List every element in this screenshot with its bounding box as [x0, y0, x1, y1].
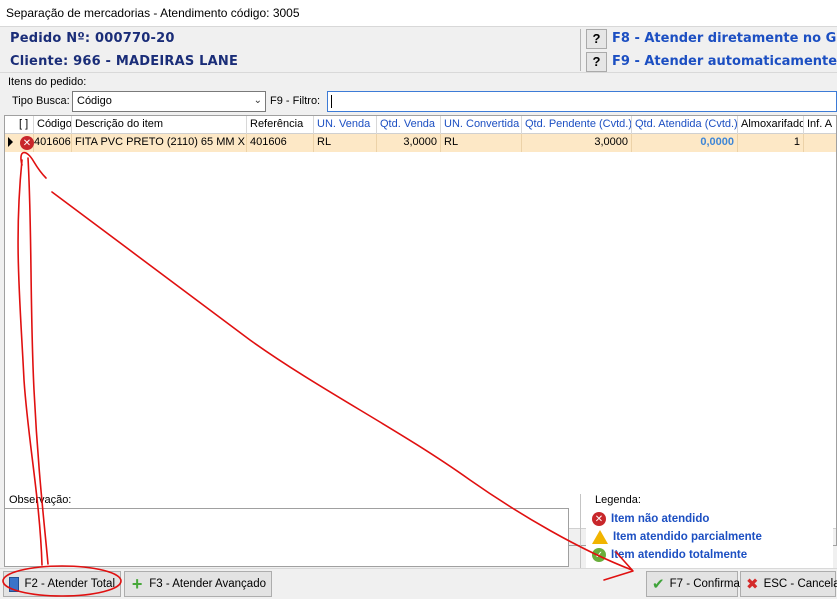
cell-codigo[interactable]: 401606 — [34, 134, 72, 152]
main-panel: Itens do pedido: Tipo Busca: Código ⌄ F9… — [0, 73, 837, 599]
atender-total-label: F2 - Atender Total — [24, 578, 115, 590]
atender-total-button[interactable]: F2 - Atender Total — [3, 571, 121, 597]
tipo-busca-label: Tipo Busca: — [12, 95, 70, 107]
filtro-label: F9 - Filtro: — [270, 95, 321, 107]
tipo-busca-value: Código — [77, 95, 112, 107]
cliente-name: Cliente: 966 - MADEIRAS LANE — [10, 54, 239, 69]
col-codigo[interactable]: Código — [34, 116, 72, 134]
col-qtd-venda[interactable]: Qtd. Venda — [377, 116, 441, 134]
red-x-icon: ✕ — [592, 512, 606, 526]
cell-un-convertida[interactable]: RL — [441, 134, 522, 152]
cell-inf[interactable] — [804, 134, 836, 152]
cell-un-venda[interactable]: RL — [314, 134, 377, 152]
order-header: Pedido Nº: 000770-20 Cliente: 966 - MADE… — [0, 27, 837, 73]
col-qtd-pendente[interactable]: Qtd. Pendente (Cvtd.) — [522, 116, 632, 134]
warning-icon — [592, 530, 608, 544]
header-divider — [580, 29, 581, 71]
observacao-label: Observação: — [9, 494, 72, 506]
legenda-label: Legenda: — [595, 494, 641, 506]
chevron-down-icon[interactable]: ⌄ — [254, 95, 262, 106]
cancel-icon: ✖ — [746, 576, 759, 593]
items-grid[interactable]: [ ] Código Descrição do item Referência … — [4, 115, 837, 546]
cell-almoxarifado[interactable]: 1 — [738, 134, 804, 152]
cell-referencia[interactable]: 401606 — [247, 134, 314, 152]
col-descricao[interactable]: Descrição do item — [72, 116, 247, 134]
table-row[interactable]: 401606 FITA PVC PRETO (2110) 65 MM X 20 … — [5, 134, 836, 152]
cell-qtd-pendente[interactable]: 3,0000 — [522, 134, 632, 152]
legend-item: ✓ Item atendido totalmente — [592, 547, 747, 563]
atender-avancado-label: F3 - Atender Avançado — [149, 578, 266, 590]
document-icon — [9, 576, 20, 592]
filtro-caret-wrap — [327, 91, 837, 112]
col-select[interactable]: [ ] — [5, 116, 34, 134]
plus-icon: + — [131, 573, 143, 594]
legend-text: Item atendido totalmente — [611, 549, 748, 561]
legend-item: ✕ Item não atendido — [592, 511, 709, 527]
text-caret — [331, 95, 332, 108]
col-qtd-atendida[interactable]: Qtd. Atendida (Cvtd.) — [632, 116, 738, 134]
atender-avancado-button[interactable]: + F3 - Atender Avançado — [124, 571, 272, 597]
cancelar-label: ESC - Cancelar — [763, 578, 837, 590]
f8-shortcut[interactable]: ? F8 - Atender diretamente no Grid — [586, 28, 837, 49]
cancelar-button[interactable]: ✖ ESC - Cancelar — [740, 571, 837, 597]
legend-text: Item atendido parcialmente — [613, 531, 762, 543]
grid-header: [ ] Código Descrição do item Referência … — [5, 116, 836, 134]
cell-qtd-venda[interactable]: 3,0000 — [377, 134, 441, 152]
pedido-number: Pedido Nº: 000770-20 — [10, 31, 175, 46]
help-icon[interactable]: ? — [586, 28, 607, 49]
legend-box: ✕ Item não atendido Item atendido parcia… — [586, 507, 833, 569]
help-icon[interactable]: ? — [586, 51, 607, 72]
red-x-icon: ✕ — [20, 136, 34, 150]
observacao-textarea[interactable] — [4, 508, 569, 567]
f9-label[interactable]: F9 - Atender automaticamente — [612, 54, 837, 69]
row-pointer-icon — [8, 137, 13, 147]
col-inf[interactable]: Inf. A — [804, 116, 836, 134]
f9-shortcut[interactable]: ? F9 - Atender automaticamente — [586, 51, 837, 72]
title-bar: Separação de mercadorias - Atendimento c… — [0, 0, 837, 27]
legend-text: Item não atendido — [611, 513, 710, 525]
button-bar: F2 - Atender Total + F3 - Atender Avança… — [0, 568, 837, 599]
confirma-button[interactable]: ✔ F7 - Confirma — [646, 571, 740, 597]
itens-label: Itens do pedido: — [8, 76, 87, 88]
check-icon: ✔ — [652, 576, 665, 593]
confirma-label: F7 - Confirma — [669, 578, 740, 590]
legend-divider — [580, 494, 581, 568]
col-un-venda[interactable]: UN. Venda — [314, 116, 377, 134]
f8-label[interactable]: F8 - Atender diretamente no Grid — [612, 31, 837, 46]
green-check-icon: ✓ — [592, 548, 606, 562]
legend-item: Item atendido parcialmente — [592, 529, 762, 545]
col-referencia[interactable]: Referência — [247, 116, 314, 134]
tipo-busca-select[interactable]: Código ⌄ — [72, 91, 266, 112]
col-almoxarifado[interactable]: Almoxarifado — [738, 116, 804, 134]
cell-descricao[interactable]: FITA PVC PRETO (2110) 65 MM X 20 — [72, 134, 247, 152]
col-un-convertida[interactable]: UN. Convertida — [441, 116, 522, 134]
window-title: Separação de mercadorias - Atendimento c… — [6, 6, 300, 20]
cell-qtd-atendida[interactable]: 0,0000 — [632, 134, 738, 152]
